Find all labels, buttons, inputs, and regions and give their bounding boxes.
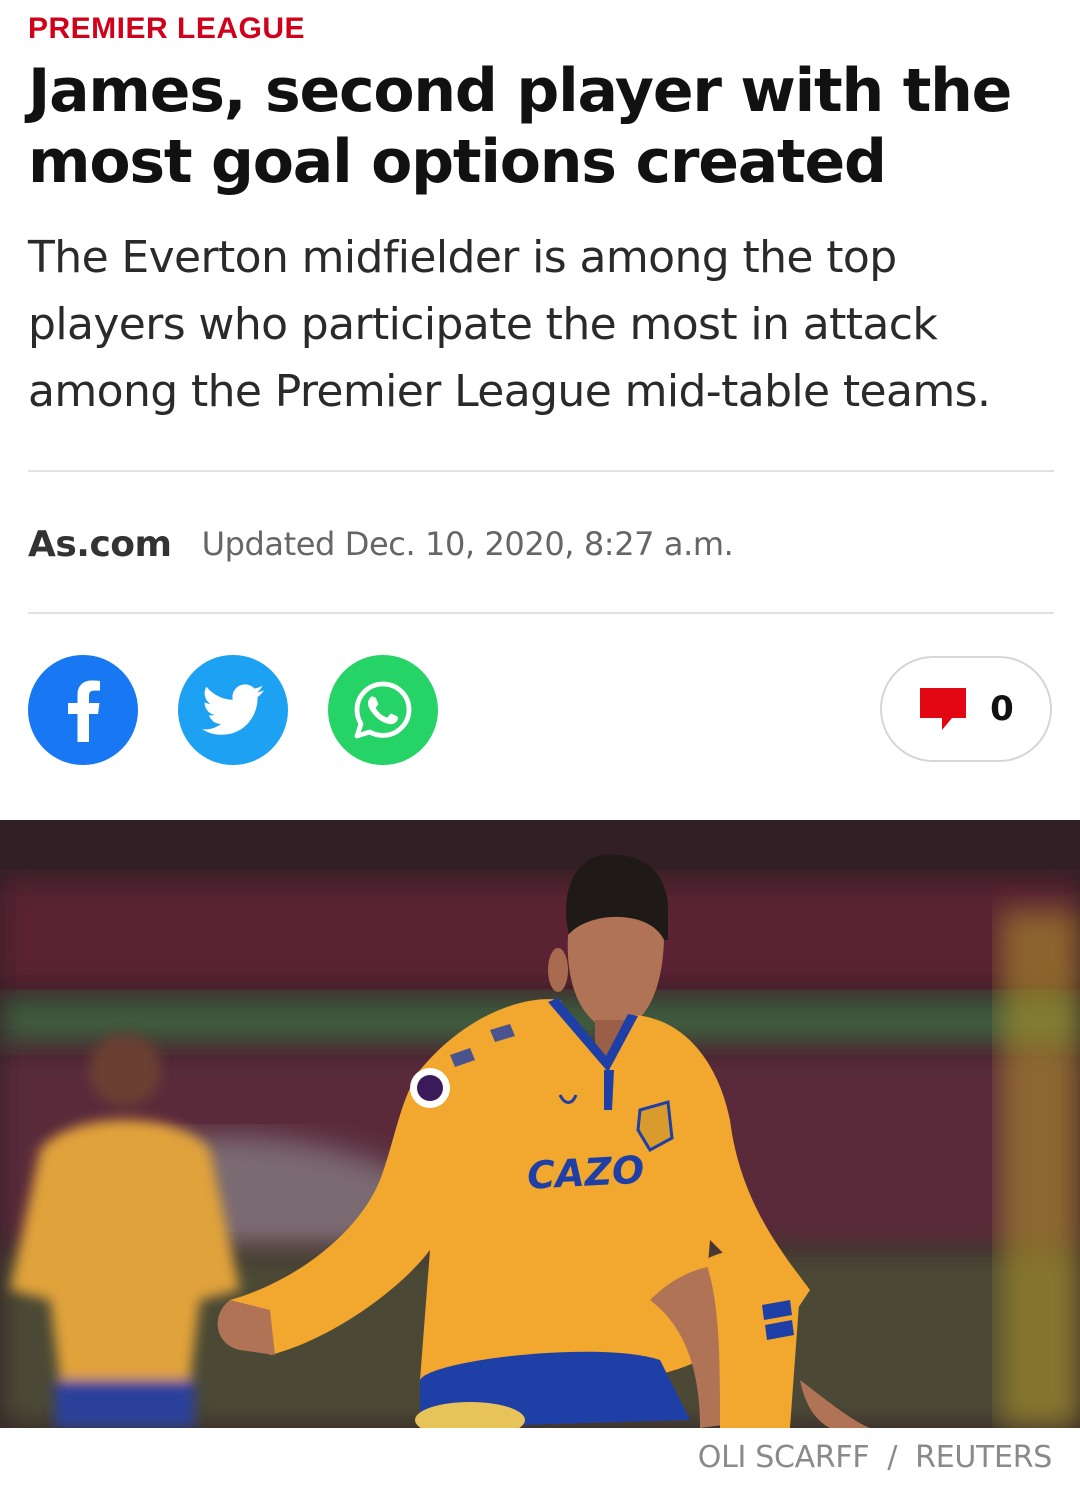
- facebook-icon: [68, 680, 100, 742]
- comments-count: 0: [990, 689, 1014, 729]
- player-photo-illustration: CAZO: [0, 820, 1080, 1428]
- article-summary: The Everton midfielder is among the top …: [28, 232, 991, 417]
- updated-timestamp: Updated Dec. 10, 2020, 8:27 a.m.: [201, 525, 734, 563]
- share-bar: [28, 655, 438, 765]
- twitter-icon: [202, 684, 264, 735]
- photo-credit: OLI SCARFF / REUTERS: [697, 1440, 1053, 1475]
- article-photo[interactable]: CAZO: [0, 820, 1080, 1428]
- whatsapp-icon: [354, 681, 412, 739]
- photo-credit-photographer: OLI SCARFF: [697, 1440, 870, 1475]
- comment-icon: [920, 688, 967, 730]
- facebook-share-button[interactable]: [28, 655, 138, 765]
- twitter-share-button[interactable]: [178, 655, 288, 765]
- comments-button[interactable]: 0: [880, 656, 1052, 762]
- article-headline: James, second player with the most goal …: [28, 56, 1012, 197]
- source-name[interactable]: As.com: [28, 524, 172, 565]
- divider-bottom: [28, 612, 1054, 614]
- kit-sponsor-text: CAZO: [526, 1148, 645, 1198]
- photo-credit-agency: REUTERS: [915, 1440, 1052, 1475]
- section-label[interactable]: PREMIER LEAGUE: [28, 12, 305, 46]
- photo-credit-separator: /: [887, 1440, 898, 1475]
- byline: As.com Updated Dec. 10, 2020, 8:27 a.m.: [28, 516, 734, 572]
- whatsapp-share-button[interactable]: [328, 655, 438, 765]
- divider-top: [28, 470, 1054, 472]
